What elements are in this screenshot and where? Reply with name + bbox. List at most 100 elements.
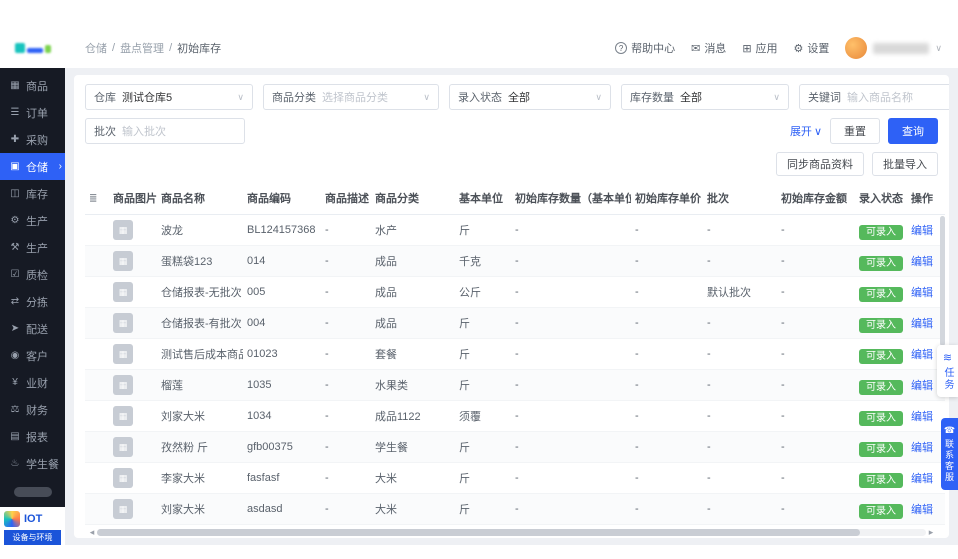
scrollbar-track[interactable] [97, 528, 926, 536]
sync-goods-button[interactable]: 同步商品资料 [776, 152, 864, 176]
topbar-action-label: 消息 [704, 43, 727, 55]
vertical-scrollbar[interactable] [940, 216, 945, 346]
action-cell: 编辑 [907, 431, 945, 463]
batch-import-button[interactable]: 批量导入 [872, 152, 938, 176]
cell-desc: - [321, 214, 371, 246]
cell-category: 水产 [371, 214, 455, 246]
scrollbar-thumb[interactable] [97, 528, 860, 536]
topbar-action-label: 设置 [807, 43, 830, 55]
column-settings-header[interactable]: ≣ [85, 182, 109, 215]
product-image-cell: ▦ [109, 214, 157, 246]
table-row: ▦ 波龙 BL124157368- 水产斤 - - - - 可录入 编辑 [85, 214, 945, 246]
status-badge: 可录入 [859, 410, 903, 426]
cell-desc: - [321, 369, 371, 401]
column-header: 商品描述 [321, 182, 371, 215]
iot-panel[interactable]: IOT 设备与环境 [0, 507, 65, 545]
row-lead-cell [85, 276, 109, 308]
edit-link[interactable]: 编辑 [911, 473, 933, 485]
product-image-cell: ▦ [109, 431, 157, 463]
cell-price: - [631, 338, 703, 370]
topbar-action-apps[interactable]: ⊞ 应用 [742, 40, 777, 56]
product-image-cell: ▦ [109, 462, 157, 494]
topbar-action-message[interactable]: ✉ 消息 [691, 40, 726, 56]
task-icon: ≋ [942, 352, 953, 364]
product-image-placeholder-icon: ▦ [113, 468, 133, 488]
product-image-cell: ▦ [109, 369, 157, 401]
edit-link[interactable]: 编辑 [911, 442, 933, 454]
breadcrumb-current: 初始库存 [177, 43, 222, 55]
filter-keyword[interactable]: 关键词 输入商品名称 [799, 84, 949, 110]
cell-unit: 斤 [455, 493, 511, 525]
edit-link[interactable]: 编辑 [911, 256, 933, 268]
breadcrumb-item[interactable]: 仓储 [85, 40, 107, 56]
filter-entry-status[interactable]: 录入状态 全部 ∨ [449, 84, 611, 110]
filter-batch[interactable]: 批次 输入批次 [85, 118, 245, 144]
sidebar-item-report[interactable]: ▤ 报表 [0, 423, 65, 450]
search-button[interactable]: 查询 [888, 118, 938, 144]
expand-toggle[interactable]: 展开 ∨ [790, 123, 822, 139]
cell-price: - [631, 462, 703, 494]
sidebar-item-qc[interactable]: ☑ 质检 [0, 261, 65, 288]
status-cell: 可录入 [855, 462, 907, 494]
status-cell: 可录入 [855, 276, 907, 308]
row-lead-cell [85, 400, 109, 432]
edit-link[interactable]: 编辑 [911, 411, 933, 423]
reset-button[interactable]: 重置 [830, 118, 880, 144]
sidebar-item-production-2[interactable]: ⚒ 生产 [0, 234, 65, 261]
edit-link[interactable]: 编辑 [911, 380, 933, 392]
status-cell: 可录入 [855, 431, 907, 463]
app-window: 仓储 / 盘点管理 / 初始库存 ? 帮助中心 ✉ 消息 ⊞ 应用 ⚙ 设置 ∨ ▦ 商品 ☰ 订单… [0, 28, 958, 545]
avatar[interactable] [845, 37, 868, 59]
sidebar-menu: ▦ 商品 ☰ 订单 ✚ 采购 ▣ 仓储 › ◫ 库存 ⚙ 生产 ⚒ 生产 ☑ 质检 ⇄ 分拣 ➤ 配送 ◉ 客户 ¥ 业财 ⚖ 财务… [0, 68, 65, 477]
edit-link[interactable]: 编辑 [911, 287, 933, 299]
topbar-action-settings[interactable]: ⚙ 设置 [794, 40, 830, 56]
support-float-button[interactable]: ☎ 联系客服 [941, 418, 958, 490]
product-image-placeholder-icon: ▦ [113, 220, 133, 240]
sidebar-item-sorting[interactable]: ⇄ 分拣 [0, 288, 65, 315]
sidebar-item-customer[interactable]: ◉ 客户 [0, 342, 65, 369]
product-image-placeholder-icon: ▦ [113, 344, 133, 364]
edit-link[interactable]: 编辑 [911, 504, 933, 516]
cell-price: - [631, 431, 703, 463]
chevron-right-icon: › [58, 161, 62, 172]
sidebar-item-stock[interactable]: ◫ 库存 [0, 180, 65, 207]
sidebar-collapse-handle[interactable] [13, 487, 52, 497]
cell-name: 仓储报表-无批次 [157, 276, 243, 308]
table-row: ▦ 仓储报表-无批次 005- 成品 公斤 - - 默认批次 - 可录入 编辑 [85, 276, 945, 308]
sidebar-item-warehouse[interactable]: ▣ 仓储 › [0, 153, 65, 180]
sidebar-item-orders[interactable]: ☰ 订单 [0, 99, 65, 126]
content-card: 仓库 测试仓库5 ∨ 商品分类 选择商品分类 ∨ 录入状态 全部 ∨ 库存数量 全部 ∨ 关键词 输入商品… [74, 75, 949, 538]
filter-placeholder: 输入商品名称 [847, 92, 913, 104]
product-image-cell: ▦ [109, 245, 157, 277]
task-float-button[interactable]: ≋ 任务 [937, 345, 958, 397]
sidebar-item-goods[interactable]: ▦ 商品 [0, 72, 65, 99]
status-badge: 可录入 [859, 441, 903, 457]
sidebar-item-business-finance[interactable]: ¥ 业财 [0, 369, 65, 396]
sidebar-item-student-meal[interactable]: ♨ 学生餐 [0, 450, 65, 477]
row-lead-cell [85, 245, 109, 277]
filter-stock-qty[interactable]: 库存数量 全部 ∨ [621, 84, 789, 110]
sidebar-item-label: 客户 [26, 350, 48, 363]
sidebar-item-delivery[interactable]: ➤ 配送 [0, 315, 65, 342]
column-header: 初始库存单价 [631, 182, 703, 215]
topbar-action-help[interactable]: ? 帮助中心 [615, 40, 675, 56]
scroll-left-icon[interactable]: ◂ [87, 527, 97, 538]
cell-code: 004 [243, 307, 321, 339]
edit-link[interactable]: 编辑 [911, 318, 933, 330]
edit-link[interactable]: 编辑 [911, 349, 933, 361]
status-cell: 可录入 [855, 338, 907, 370]
edit-link[interactable]: 编辑 [911, 225, 933, 237]
sidebar-item-production[interactable]: ⚙ 生产 [0, 207, 65, 234]
cell-unit: 斤 [455, 462, 511, 494]
scroll-right-icon[interactable]: ▸ [926, 527, 936, 538]
breadcrumb-separator: / [169, 42, 173, 54]
column-header: 基本单位 [455, 182, 511, 215]
filter-label: 批次 [94, 126, 116, 138]
filter-warehouse[interactable]: 仓库 测试仓库5 ∨ [85, 84, 253, 110]
sidebar-item-label: 财务 [26, 404, 48, 417]
filter-category[interactable]: 商品分类 选择商品分类 ∨ [263, 84, 439, 110]
sidebar-item-purchase[interactable]: ✚ 采购 [0, 126, 65, 153]
sidebar-item-finance[interactable]: ⚖ 财务 [0, 396, 65, 423]
user-menu[interactable]: ∨ [845, 37, 942, 59]
breadcrumb-item[interactable]: 盘点管理 [120, 40, 164, 56]
